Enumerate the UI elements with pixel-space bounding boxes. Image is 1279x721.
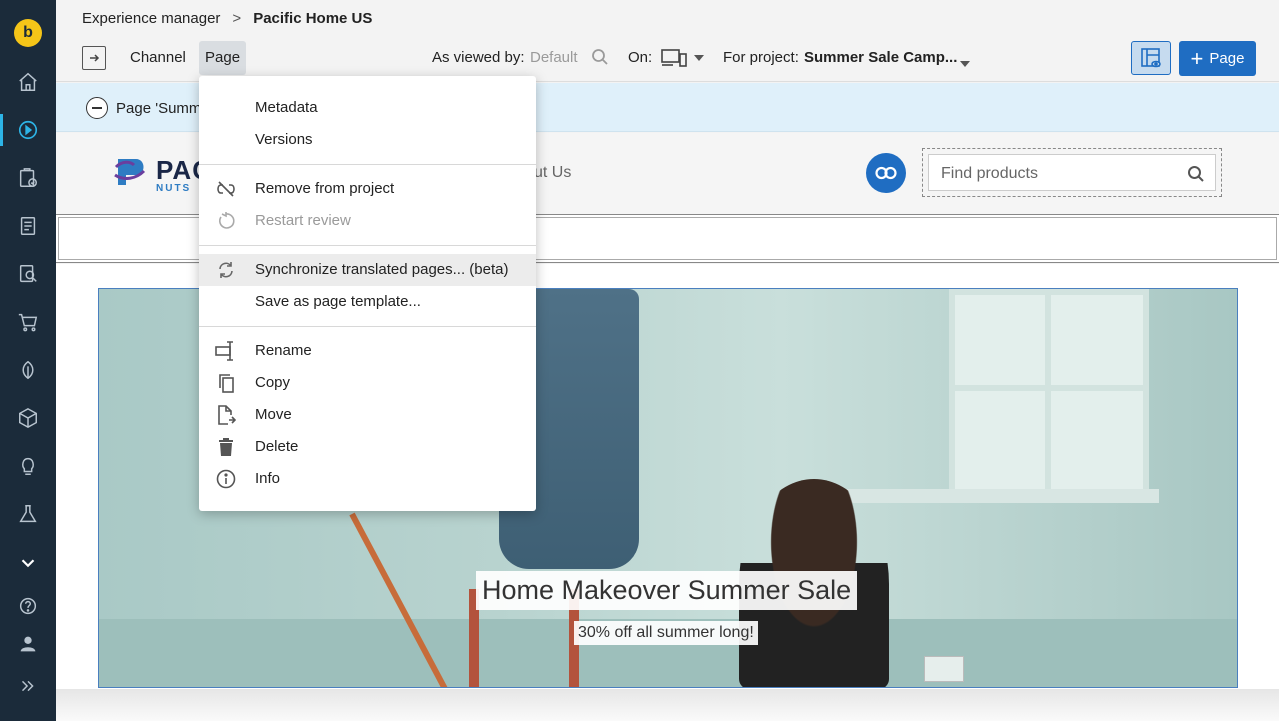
left-nav-rail: b [0,0,56,721]
viewed-by-label: As viewed by: [432,49,525,66]
menu-divider [199,326,536,327]
restart-icon [215,211,237,231]
menu-item-move[interactable]: Move [199,399,536,431]
link-button[interactable] [866,153,906,193]
move-icon [215,405,237,425]
viewed-by-value[interactable]: Default [530,49,578,66]
page-menu-button[interactable]: Page [199,41,247,75]
project-label: For project: [723,49,799,66]
expand-rail-icon[interactable] [0,666,56,706]
app: b Experience manager > Pacific Home US C… [0,0,1279,721]
rename-icon [215,341,237,361]
menu-item-remove-from-project[interactable]: Remove from project [199,173,536,205]
app-logo-icon[interactable]: b [14,19,42,47]
project-value[interactable]: Summer Sale Camp... [804,49,957,66]
search-variant-icon[interactable] [591,48,609,71]
cart-icon[interactable] [0,302,56,342]
menu-item-synchronize-translated[interactable]: Synchronize translated pages... (beta) [199,254,536,286]
add-page-label: Page [1209,50,1245,67]
home-icon[interactable] [0,62,56,102]
menu-item-metadata[interactable]: Metadata [199,92,536,124]
plus-icon: + [1190,45,1204,71]
site-footer-strip [56,689,1279,721]
menu-item-copy[interactable]: Copy [199,367,536,399]
site-logo-mark-icon [114,159,146,185]
site-logo[interactable]: PAC NUTS [114,153,211,194]
menu-divider [199,245,536,246]
documents-icon[interactable] [0,206,56,246]
banner-text: Page 'Summe [116,100,210,117]
link-icon [875,166,897,180]
lab-icon[interactable] [0,494,56,534]
menu-item-restart-review[interactable]: Restart review [199,205,536,237]
menu-item-save-as-template[interactable]: Save as page template... [199,286,536,318]
bulb-icon[interactable] [0,446,56,486]
help-icon[interactable] [0,586,56,626]
devices-icon [661,49,687,67]
product-search-placeholder: Find products [941,165,1038,182]
cube-icon[interactable] [0,398,56,438]
menu-divider [199,164,536,165]
search-icon[interactable] [1187,165,1205,188]
content-search-icon[interactable] [0,254,56,294]
expand-more-icon[interactable] [0,543,56,583]
channel-menu-button[interactable]: Channel [124,41,192,75]
sync-icon [215,260,237,280]
device-selector[interactable] [661,48,705,68]
breadcrumb: Experience manager > Pacific Home US [56,0,1279,36]
add-page-button[interactable]: + Page [1179,41,1256,76]
site-nav-about[interactable]: ut Us [534,164,571,182]
info-icon [215,469,237,489]
hero-title: Home Makeover Summer Sale [476,571,858,610]
product-search-container: Find products [922,148,1222,197]
on-label: On: [628,49,653,66]
breadcrumb-root[interactable]: Experience manager [82,10,220,27]
breadcrumb-separator: > [232,9,242,27]
product-search-input[interactable]: Find products [928,154,1216,191]
remove-circle-icon[interactable] [86,97,108,119]
hero-subtitle: 30% off all summer long! [574,621,758,645]
user-icon[interactable] [0,624,56,664]
page-menu-dropdown: Metadata Versions Remove from project Re… [199,76,536,511]
copy-icon [215,373,237,393]
leaf-icon[interactable] [0,350,56,390]
menu-item-info[interactable]: Info [199,463,536,495]
menu-item-versions[interactable]: Versions [199,124,536,156]
preview-icon [1141,48,1161,68]
toggle-sidebar-icon[interactable] [82,46,106,70]
menu-item-delete[interactable]: Delete [199,431,536,463]
trash-icon [215,437,237,457]
unlink-icon [215,179,237,199]
preview-toggle-button[interactable] [1131,41,1171,75]
workflow-icon[interactable] [0,158,56,198]
menu-item-rename[interactable]: Rename [199,335,536,367]
breadcrumb-current: Pacific Home US [253,9,373,27]
experience-manager-icon[interactable] [0,110,56,150]
site-logo-subword: NUTS [156,183,192,194]
project-chevron-down-icon[interactable] [959,55,971,73]
chevron-down-icon [694,55,704,61]
